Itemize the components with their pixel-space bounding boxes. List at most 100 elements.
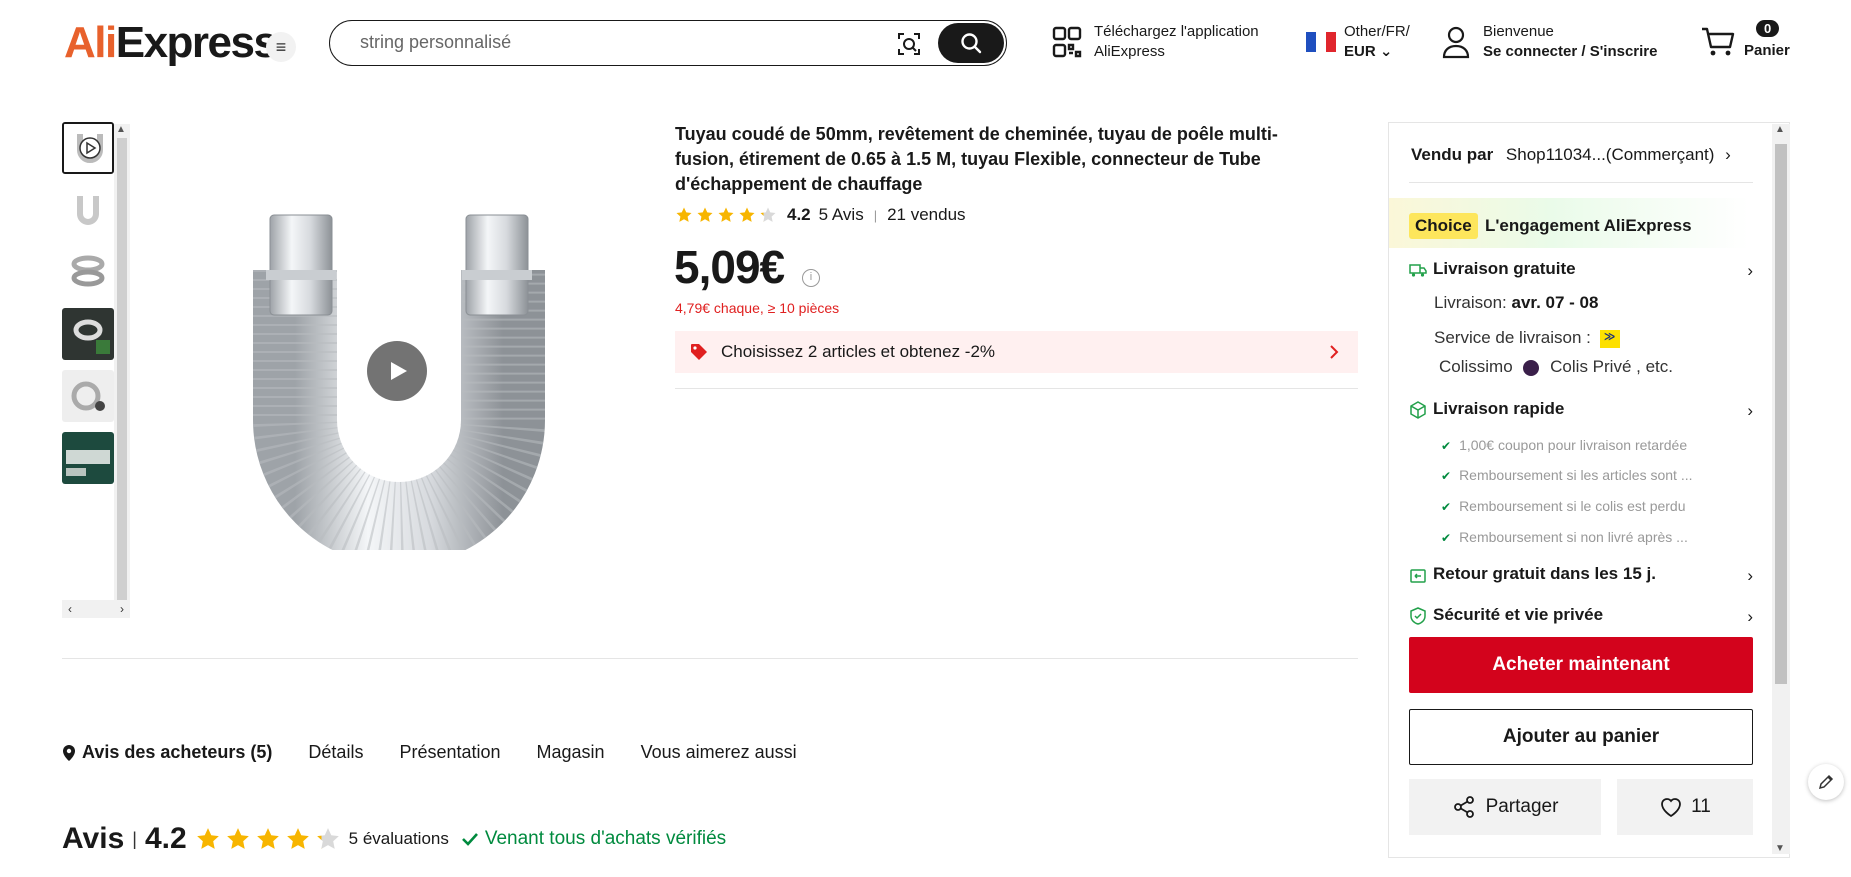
scroll-right-icon[interactable]: › (120, 602, 124, 616)
section-tabs: Avis des acheteurs (5) Détails Présentat… (62, 742, 797, 763)
thumb-video[interactable] (62, 122, 114, 174)
product-title: Tuyau coudé de 50mm, revêtement de chemi… (675, 124, 1278, 194)
search-icon (961, 33, 982, 54)
rating-stars[interactable] (675, 206, 777, 224)
reviews-stars (195, 826, 341, 852)
sign-in-link[interactable]: Se connecter / S'inscrire (1483, 42, 1657, 62)
thumb-pipe-green[interactable] (62, 432, 114, 484)
share-icon (1453, 796, 1474, 818)
account-link[interactable]: Bienvenue Se connecter / S'inscrire (1441, 22, 1657, 62)
tag-icon (691, 344, 707, 360)
wishlist-count: 11 (1691, 796, 1711, 817)
play-video-button[interactable] (367, 341, 427, 401)
chevron-right-icon: › (1725, 145, 1731, 164)
delivery-dates: Livraison: avr. 07 - 08 (1434, 293, 1599, 312)
info-icon[interactable]: i (802, 269, 820, 287)
wishlist-button[interactable]: 11 (1617, 779, 1753, 835)
locale-selector[interactable]: Other/FR/ EUR ⌄ (1306, 22, 1410, 62)
cart-label: Panier (1744, 42, 1790, 59)
star-icon (760, 207, 776, 222)
chevron-right-icon: › (1747, 607, 1753, 626)
panel-scrollbar[interactable]: ▲ ▼ (1772, 124, 1790, 854)
rating-row: 4.2 5 Avis | 21 vendus (675, 205, 966, 225)
thumb-pipe-rolled[interactable] (62, 370, 114, 422)
reviews-score: 4.2 (144, 822, 187, 855)
aliexpress-logo[interactable]: AliExpress (64, 18, 278, 68)
scroll-up-icon[interactable]: ▲ (1775, 124, 1785, 135)
share-button[interactable]: Partager (1409, 779, 1601, 835)
guarantee-item: ✔ 1,00€ coupon pour livraison retardée (1441, 437, 1688, 453)
sold-count: 21 vendus (887, 205, 966, 224)
share-label: Partager (1485, 796, 1559, 817)
thumbnail-hscrollbar[interactable]: ‹ › (62, 600, 130, 618)
delivery-service: Service de livraison : ≫ (1434, 328, 1620, 348)
play-icon (391, 362, 407, 380)
purchase-panel: Vendu par Shop11034...(Commerçant) › Cho… (1388, 122, 1790, 858)
chevron-right-icon (1330, 345, 1339, 359)
search-bar (329, 20, 1007, 66)
menu-icon[interactable]: ≡ (266, 32, 296, 62)
check-icon: ✔ (1441, 469, 1452, 483)
guarantee-item: ✔ Remboursement si les articles sont ... (1441, 467, 1693, 483)
star-icon (676, 207, 692, 222)
star-icon (226, 828, 249, 849)
tab-reviews[interactable]: Avis des acheteurs (5) (62, 742, 272, 763)
image-search-icon[interactable] (896, 31, 922, 57)
star-icon (697, 207, 713, 222)
app-download-line1: Téléchargez l'application (1094, 23, 1259, 40)
divider (1409, 182, 1753, 183)
buy-now-button[interactable]: Acheter maintenant (1409, 637, 1753, 693)
heart-icon (1661, 798, 1682, 818)
location-pin-icon (63, 744, 75, 761)
thumb-u-pipe[interactable] (62, 184, 114, 236)
scroll-down-icon[interactable]: ▼ (1775, 843, 1785, 854)
chevron-down-icon: ⌄ (1379, 43, 1393, 60)
thumb-coiled-pipe[interactable] (62, 246, 114, 298)
choice-badge: Choice (1409, 213, 1478, 239)
reviews-count-link[interactable]: 5 Avis (819, 205, 864, 225)
star-icon (196, 828, 219, 849)
add-to-cart-button[interactable]: Ajouter au panier (1409, 709, 1753, 765)
checkmark-icon (461, 833, 478, 846)
tab-presentation[interactable]: Présentation (399, 742, 500, 763)
return-icon (1410, 569, 1426, 583)
tab-recommendations[interactable]: Vous aimerez aussi (641, 742, 797, 763)
check-icon: ✔ (1441, 439, 1452, 453)
header: AliExpress ≡ Téléchargez l'application A… (0, 0, 1851, 90)
star-icon (286, 828, 309, 849)
app-download-line2: AliExpress (1094, 43, 1165, 60)
app-download-link[interactable]: Téléchargez l'application AliExpress (1052, 22, 1259, 62)
scroll-left-icon[interactable]: ‹ (68, 602, 72, 616)
fast-delivery-label: Livraison rapide (1433, 399, 1565, 418)
check-icon: ✔ (1441, 531, 1452, 545)
promo-banner[interactable]: Choisissez 2 articles et obtenez -2% (675, 331, 1358, 373)
pencil-icon (1818, 774, 1834, 790)
cart-button[interactable]: 0 Panier (1700, 20, 1800, 64)
security-label: Sécurité et vie privée (1433, 605, 1604, 624)
france-flag-icon (1306, 32, 1336, 52)
seller-name[interactable]: Shop11034...(Commerçant) (1506, 145, 1715, 164)
tab-details[interactable]: Détails (308, 742, 363, 763)
free-shipping-label: Livraison gratuite (1433, 259, 1576, 278)
product-price: 5,09€ (674, 241, 785, 293)
user-icon (1442, 26, 1470, 59)
reviews-summary: Avis | 4.2 5 évaluations Venant tous d'a… (62, 822, 726, 856)
chevron-right-icon: › (1747, 401, 1753, 420)
star-icon (718, 207, 734, 222)
thumb-pipe-dark[interactable] (62, 308, 114, 360)
tab-store[interactable]: Magasin (537, 742, 605, 763)
tab-reviews-label: Avis des acheteurs (5) (82, 742, 273, 762)
seller-label: Vendu par (1411, 145, 1494, 164)
feedback-edit-button[interactable] (1808, 764, 1844, 800)
search-input[interactable] (360, 32, 880, 53)
scroll-up-icon[interactable]: ▲ (116, 124, 126, 135)
carriers: Colissimo Colis Privé , etc. (1439, 357, 1673, 376)
promo-text: Choisissez 2 articles et obtenez -2% (721, 342, 996, 361)
colis-prive-logo-icon (1523, 359, 1540, 376)
search-button[interactable] (938, 23, 1004, 63)
seller-row[interactable]: Vendu par Shop11034...(Commerçant) › (1411, 145, 1751, 165)
thumbnail-scrollbar[interactable]: ▲ ▼ (114, 124, 130, 618)
region-text: Other/FR/ (1344, 23, 1410, 40)
reviews-count: 5 évaluations (348, 829, 449, 848)
separator: | (873, 207, 878, 223)
